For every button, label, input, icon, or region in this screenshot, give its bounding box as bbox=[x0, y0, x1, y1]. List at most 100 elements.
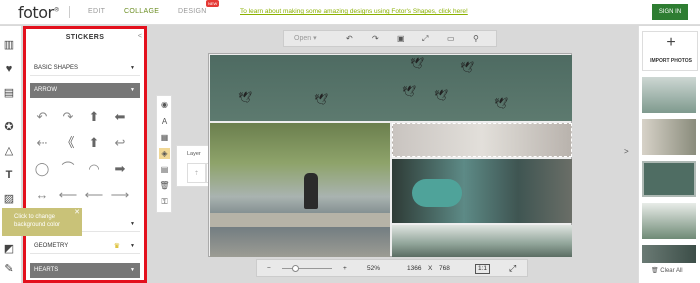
nav-collage[interactable]: COLLAGE bbox=[124, 8, 159, 15]
grid-icon[interactable]: ▦ bbox=[159, 132, 170, 143]
document-icon[interactable]: ▤ bbox=[159, 164, 170, 175]
fotor-logo[interactable]: fotor® bbox=[18, 3, 60, 22]
layout-icon[interactable]: ▥ bbox=[2, 38, 16, 52]
sticker-arrow[interactable]: ◯ bbox=[32, 161, 52, 177]
heart-sticker-icon[interactable]: ♥ bbox=[2, 62, 16, 76]
sticker-arrow[interactable]: ⇠ bbox=[32, 135, 52, 151]
element-tools: ◉ A ▦ ◈ ▤ 🗑 ⚿ bbox=[156, 95, 172, 213]
sign-in-button[interactable]: SIGN IN bbox=[652, 4, 688, 20]
sticker-arrow[interactable]: ↔ bbox=[32, 187, 52, 203]
background-icon[interactable]: ◩ bbox=[2, 242, 16, 256]
tooltip-text: Click to change background color bbox=[14, 214, 61, 228]
promo-link[interactable]: To learn about making some amazing desig… bbox=[240, 8, 468, 15]
bird-shape: 🕊 bbox=[460, 62, 474, 74]
sticker-arrow[interactable]: ↶ bbox=[32, 109, 52, 125]
trash-icon: 🗑 bbox=[651, 268, 659, 274]
bring-to-front-button[interactable]: ⇡ bbox=[187, 163, 206, 183]
lock-icon[interactable]: ⚿ bbox=[159, 196, 170, 207]
zoom-slider-thumb[interactable] bbox=[292, 265, 299, 272]
text-a-icon[interactable]: A bbox=[159, 116, 170, 127]
zoom-slider-track[interactable] bbox=[282, 268, 332, 269]
sticker-arrow[interactable]: ➡ bbox=[110, 161, 130, 177]
bird-shape: 🕊 bbox=[238, 92, 252, 104]
photo-man-on-wall[interactable] bbox=[210, 123, 390, 257]
fit-screen-icon[interactable]: ⤢ bbox=[509, 260, 516, 277]
logo-mark: ® bbox=[53, 6, 60, 14]
divider bbox=[69, 6, 70, 18]
dropdown-hearts[interactable]: HEARTS ▼ bbox=[30, 263, 140, 278]
photo-thumbnail[interactable] bbox=[642, 119, 696, 155]
sticker-arrow[interactable]: ⌒ bbox=[58, 161, 78, 177]
resize-icon[interactable]: ⤢ bbox=[422, 31, 428, 47]
open-label: Open bbox=[294, 35, 312, 42]
dropdown-geometry[interactable]: GEOMETRY ♛ ▼ bbox=[30, 239, 140, 254]
sticker-arrow[interactable]: ⬆ bbox=[84, 109, 104, 125]
photo-thumbnail[interactable] bbox=[642, 203, 696, 239]
canvas-height[interactable]: 768 bbox=[439, 260, 450, 277]
premium-icon: ♛ bbox=[113, 243, 120, 250]
text-icon[interactable]: T bbox=[2, 168, 16, 182]
plus-icon: + bbox=[666, 34, 676, 51]
actual-size-button[interactable]: 1:1 bbox=[475, 264, 491, 274]
panel-title: STICKERS bbox=[65, 34, 105, 41]
grid-icon[interactable]: ▤ bbox=[2, 86, 16, 100]
sticker-arrow[interactable]: ↩ bbox=[110, 135, 130, 151]
expand-right-panel-icon[interactable]: > bbox=[624, 147, 629, 156]
sticker-arrow[interactable]: ◠ bbox=[84, 161, 104, 177]
share-icon[interactable]: ⚲ bbox=[473, 31, 479, 47]
sticker-arrow[interactable]: ⟵ bbox=[58, 187, 78, 203]
dropdown-arrow[interactable]: ARROW ▼ bbox=[30, 83, 140, 98]
photo-thumbnail[interactable] bbox=[642, 77, 696, 113]
undo-icon[interactable]: ↶ bbox=[346, 31, 353, 47]
collapse-panel-icon[interactable]: < bbox=[138, 33, 142, 40]
photos-panel: + IMPORT PHOTOS 🗑 Clear All bbox=[638, 26, 700, 283]
new-badge: NEW bbox=[206, 0, 220, 7]
clear-all-button[interactable]: 🗑 Clear All bbox=[651, 267, 683, 274]
edit-icon[interactable]: ✎ bbox=[2, 262, 16, 276]
photo-forest[interactable] bbox=[392, 225, 572, 257]
nav-design[interactable]: DESIGN bbox=[178, 8, 207, 15]
close-icon[interactable]: ✕ bbox=[74, 209, 80, 217]
scooter-shape bbox=[412, 179, 462, 207]
clear-all-label: Clear All bbox=[660, 268, 683, 274]
canvas-width[interactable]: 1366 bbox=[407, 260, 421, 277]
dropdown-label: BASIC SHAPES bbox=[34, 65, 79, 71]
sticker-arrow[interactable]: ↷ bbox=[58, 109, 78, 125]
collage-canvas[interactable]: 🕊 🕊 🕊 🕊 🕊 🕊 🕊 bbox=[208, 53, 572, 257]
dropdown-basic-shapes[interactable]: BASIC SHAPES ▼ bbox=[30, 61, 140, 76]
caret-down-icon: ▼ bbox=[130, 87, 135, 93]
wall-shape bbox=[210, 213, 390, 227]
circle-dot-icon[interactable]: ◉ bbox=[159, 99, 170, 110]
star-icon[interactable]: ✪ bbox=[2, 120, 16, 134]
image-icon[interactable]: ▣ bbox=[397, 31, 405, 47]
trash-icon[interactable]: 🗑 bbox=[159, 180, 170, 191]
sticker-arrow[interactable]: 《 bbox=[58, 135, 78, 151]
bird-shape: 🕊 bbox=[402, 86, 416, 98]
shapes-icon[interactable]: △ bbox=[2, 144, 16, 158]
zoom-toolbar: − + 52% 1366 X 768 1:1 ⤢ bbox=[256, 259, 528, 277]
person-figure bbox=[304, 173, 318, 209]
save-icon[interactable]: ▭ bbox=[447, 31, 455, 47]
photo-scooter[interactable] bbox=[392, 159, 572, 223]
bird-shape: 🕊 bbox=[434, 90, 448, 102]
sticker-arrow[interactable]: ⟶ bbox=[110, 187, 130, 203]
sticker-arrow[interactable]: ⬅ bbox=[110, 109, 130, 125]
redo-icon[interactable]: ↷ bbox=[372, 31, 379, 47]
photo-thumbnail[interactable] bbox=[642, 161, 696, 197]
bird-shape: 🕊 bbox=[314, 94, 328, 106]
zoom-out-button[interactable]: − bbox=[267, 260, 271, 277]
photo-birds[interactable]: 🕊 🕊 🕊 🕊 🕊 🕊 🕊 bbox=[210, 55, 572, 121]
pattern-icon[interactable]: ▨ bbox=[2, 192, 16, 206]
open-button[interactable]: Open ▾ bbox=[294, 31, 317, 47]
import-photos-button[interactable]: + IMPORT PHOTOS bbox=[642, 31, 698, 71]
sticker-arrow[interactable]: ⟵ bbox=[84, 187, 104, 203]
sticker-arrow[interactable]: ⬆ bbox=[84, 135, 104, 151]
canvas-toolbar: Open ▾ ↶ ↷ ▣ ⤢ ▭ ⚲ bbox=[283, 30, 497, 47]
photo-blurred-interior[interactable] bbox=[392, 123, 572, 157]
nav-edit[interactable]: EDIT bbox=[88, 8, 105, 15]
layer-icon[interactable]: ◈ bbox=[159, 148, 170, 159]
top-bar: fotor® EDIT COLLAGE DESIGN NEW To learn … bbox=[0, 0, 700, 25]
import-photos-label: IMPORT PHOTOS bbox=[650, 58, 692, 64]
zoom-in-button[interactable]: + bbox=[343, 260, 347, 277]
photo-thumbnail[interactable] bbox=[642, 245, 696, 263]
